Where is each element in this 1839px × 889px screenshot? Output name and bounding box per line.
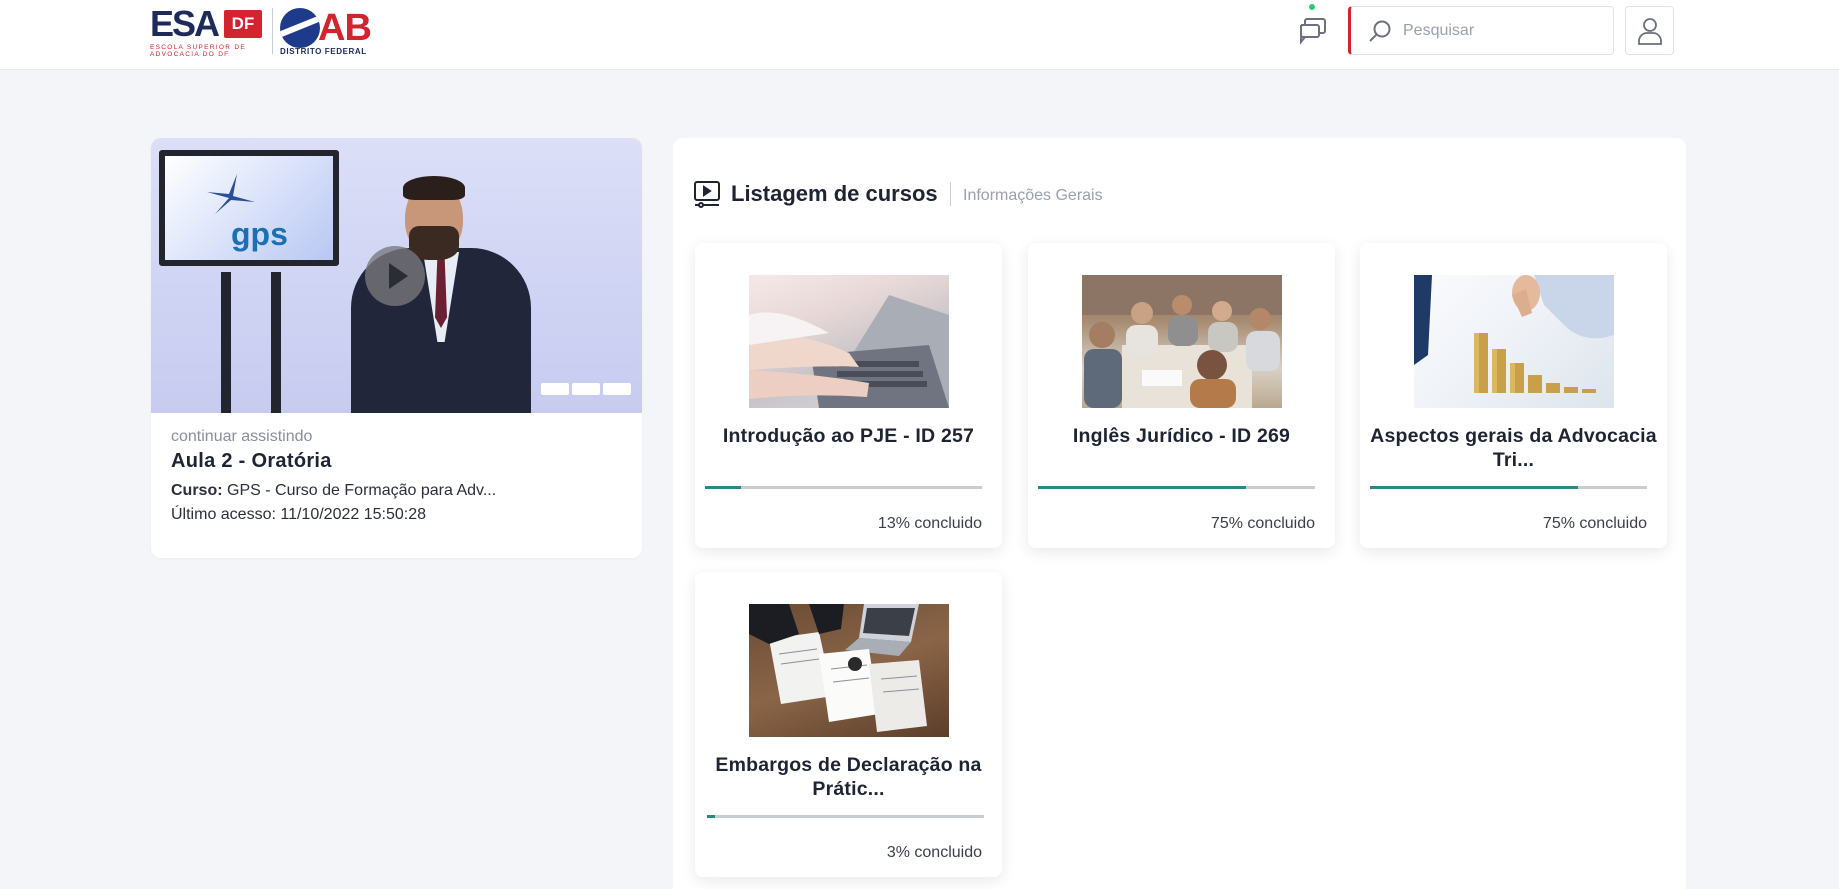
course-card[interactable]: Aspectos gerais da Advocacia Tri... 75% … [1360,243,1667,548]
chat-bubbles-icon [1300,18,1326,45]
coin-stacks-illustration [1414,275,1614,393]
course-info: Curso: GPS - Curso de Formação para Adv.… [171,482,496,500]
course-card[interactable]: Introdução ao PJE - ID 257 13% concluido [695,243,1002,548]
presenter-hair [403,176,465,200]
top-header: ESA DF ESCOLA SUPERIOR DE ADVOCACIA DO D… [0,0,1839,70]
panel-title: Listagem de cursos [731,181,938,206]
oab-df-logo[interactable]: AB DISTRITO FEDERAL [278,6,373,56]
user-profile-button[interactable] [1625,6,1674,55]
course-title[interactable]: Introdução ao PJE - ID 257 [705,424,992,448]
lesson-title[interactable]: Aula 2 - Oratória [171,450,332,473]
progress-bar-fill [705,486,741,489]
esa-logo-badge: DF [224,10,262,38]
video-list-icon [694,181,720,208]
oab-globe-icon [280,8,320,48]
tv-stand-leg [221,272,231,413]
esa-df-logo[interactable]: ESA DF ESCOLA SUPERIOR DE ADVOCACIA DO D… [150,3,265,58]
oab-logo-text: AB [318,7,372,49]
course-image-laptop[interactable] [749,275,949,408]
progress-bar-fill [1370,486,1578,489]
chat-button[interactable] [1296,14,1330,48]
oab-logo-subtitle: DISTRITO FEDERAL [280,47,367,56]
progress-bar [1038,486,1315,489]
course-image-desk[interactable] [749,604,949,737]
progress-bar [707,815,984,818]
course-name: GPS - Curso de Formação para Adv... [227,482,497,499]
course-label: Curso: [171,482,223,499]
search-input[interactable] [1403,7,1603,54]
progress-label: 75% concluido [1210,515,1315,532]
thumbnail-tv-screen: gps [159,150,339,266]
esa-logo-subtitle: ESCOLA SUPERIOR DE ADVOCACIA DO DF [150,44,247,58]
search-icon [1369,20,1391,42]
course-image-coins[interactable] [1414,275,1614,408]
progress-bar [705,486,982,489]
video-thumbnail[interactable]: gps [151,138,642,413]
esa-logo-text: ESA [150,3,220,44]
search-box[interactable] [1348,6,1614,55]
progress-bar [1370,486,1647,489]
progress-bar-fill [1038,486,1246,489]
online-status-dot [1309,4,1315,10]
progress-label: 3% concluido [886,844,982,861]
team-meeting-illustration [1082,275,1282,408]
panel-title-divider [950,182,951,206]
course-title[interactable]: Aspectos gerais da Advocacia Tri... [1370,424,1657,472]
course-title[interactable]: Inglês Jurídico - ID 269 [1038,424,1325,448]
progress-bar-fill [707,815,716,818]
course-card[interactable]: Embargos de Declaração na Prátic... 3% c… [695,572,1002,877]
laptop-typing-illustration [749,295,949,408]
thumbnail-logos [541,382,637,400]
progress-label: 13% concluido [877,515,982,532]
continue-watching-label: continuar assistindo [171,428,313,445]
continue-watching-card[interactable]: gps continuar assistindo Aula 2 - Oratór… [151,138,642,558]
user-icon [1638,18,1662,45]
course-image-meeting[interactable] [1082,275,1282,408]
logo-divider [272,8,273,54]
course-card[interactable]: Inglês Jurídico - ID 269 75% concluido [1028,243,1335,548]
panel-subtitle[interactable]: Informações Gerais [963,187,1103,205]
progress-label: 75% concluido [1542,515,1647,532]
courses-panel: Listagem de cursos Informações Gerais In… [673,138,1686,889]
tv-stand-leg [271,272,281,413]
desk-documents-illustration [749,604,927,732]
compass-star-icon [207,174,255,214]
thumbnail-gps-text: gps [231,216,288,252]
last-access: Último acesso: 11/10/2022 15:50:28 [171,506,426,523]
play-icon[interactable] [365,246,425,306]
course-title[interactable]: Embargos de Declaração na Prátic... [705,753,992,801]
